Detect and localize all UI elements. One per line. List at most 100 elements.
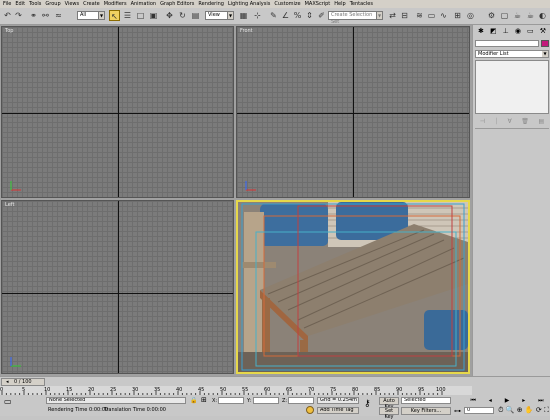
render-activeshade-icon[interactable]: ◐ — [537, 10, 548, 21]
select-move-icon[interactable]: ✥ — [164, 10, 175, 21]
go-to-end-icon[interactable]: ⏭ — [538, 397, 543, 406]
maximize-viewport-icon[interactable]: ⛶ — [544, 406, 549, 415]
viewport-front[interactable]: Front — [236, 26, 470, 198]
viewport-perspective[interactable] — [236, 200, 470, 374]
absolute-transform-icon[interactable]: ⊞ — [201, 396, 207, 404]
y-coordinate-field[interactable] — [253, 397, 279, 404]
x-coordinate-field[interactable] — [218, 397, 244, 404]
pan-icon[interactable]: ✋ — [525, 406, 534, 415]
selection-filter-dropdown[interactable]: All ▼ — [77, 11, 105, 20]
mirror-icon[interactable]: ⇄ — [387, 10, 398, 21]
menu-lighting-analysis[interactable]: Lighting Analysis — [228, 1, 270, 7]
select-scale-icon[interactable]: ▤ — [190, 10, 201, 21]
go-to-start-icon[interactable]: ⏮ — [470, 397, 475, 406]
create-tab-icon[interactable]: ✱ — [478, 27, 484, 36]
menu-tentacles[interactable]: Tentacles — [350, 1, 373, 7]
set-key-button[interactable]: Set Key — [379, 407, 399, 420]
schematic-view-icon[interactable]: ⊞ — [452, 10, 463, 21]
menu-maxscript[interactable]: MAXScript — [305, 1, 331, 7]
select-manipulate-icon[interactable]: ⊹ — [252, 10, 263, 21]
window-crossing-icon[interactable]: ▣ — [148, 10, 159, 21]
pivot-center-icon[interactable]: ▦ — [238, 10, 249, 21]
menu-customize[interactable]: Customize — [274, 1, 300, 7]
edit-named-selection-icon[interactable]: ✐ — [316, 10, 327, 21]
remove-modifier-icon[interactable]: 🗑 — [521, 118, 529, 126]
viewport-label-front[interactable]: Front — [240, 28, 253, 34]
menu-graph-editors[interactable]: Graph Editors — [160, 1, 194, 7]
viewport-label-left[interactable]: Left — [5, 202, 14, 208]
render-production-icon[interactable]: ☕ — [512, 10, 523, 21]
make-unique-icon[interactable]: ∀ — [508, 118, 512, 126]
render-iterative-icon[interactable]: ☕ — [525, 10, 536, 21]
align-icon[interactable]: ⊟ — [399, 10, 410, 21]
menu-animation[interactable]: Animation — [131, 1, 157, 7]
current-frame-field[interactable]: 0 — [464, 407, 494, 414]
rectangular-selection-icon[interactable]: □ — [135, 10, 146, 21]
menu-edit[interactable]: Edit — [15, 1, 25, 7]
viewport-label-top[interactable]: Top — [5, 28, 13, 34]
menu-rendering[interactable]: Rendering — [198, 1, 224, 7]
render-setup-icon[interactable]: ⚙ — [486, 10, 497, 21]
modifier-stack-list[interactable] — [475, 60, 549, 114]
unlink-icon[interactable]: ⚯ — [40, 10, 51, 21]
menu-modifiers[interactable]: Modifiers — [104, 1, 127, 7]
set-key-mode-icon[interactable]: ⚷ — [364, 399, 371, 409]
time-configuration-icon[interactable]: ⏱ — [498, 406, 503, 415]
menu-file[interactable]: File — [3, 1, 11, 7]
menu-tools[interactable]: Tools — [29, 1, 41, 7]
menu-help[interactable]: Help — [334, 1, 345, 7]
menu-views[interactable]: Views — [65, 1, 79, 7]
menu-create[interactable]: Create — [83, 1, 100, 7]
orbit-icon[interactable]: ⟳ — [536, 406, 542, 415]
select-by-name-icon[interactable]: ☰ — [122, 10, 133, 21]
select-object-icon[interactable]: ↖ — [109, 10, 120, 21]
previous-frame-icon[interactable]: ◂ — [489, 397, 492, 406]
layer-manager-icon[interactable]: ≋ — [414, 10, 425, 21]
redo-icon[interactable]: ↷ — [13, 10, 24, 21]
menu-group[interactable]: Group — [45, 1, 60, 7]
rendered-frame-window-icon[interactable]: ▢ — [499, 10, 510, 21]
modify-tab-icon[interactable]: ◩ — [490, 27, 497, 36]
motion-tab-icon[interactable]: ◉ — [515, 27, 521, 36]
auto-key-button[interactable]: Auto Key — [379, 397, 399, 410]
angle-snap-icon[interactable]: ∠ — [280, 10, 291, 21]
object-name-field[interactable] — [475, 40, 539, 47]
select-rotate-icon[interactable]: ↻ — [177, 10, 188, 21]
z-coordinate-field[interactable] — [288, 397, 314, 404]
show-end-result-icon[interactable]: ⏐ — [495, 118, 498, 126]
max-listener-icon[interactable]: ▭ — [4, 397, 12, 406]
time-slider[interactable]: ◂ 0 / 100 — [1, 378, 45, 386]
zoom-all-icon[interactable]: ⊕ — [517, 406, 523, 415]
modifier-list-dropdown[interactable]: Modifier List ▼ — [475, 50, 549, 58]
add-time-tag-button[interactable]: Add Time Tag — [317, 407, 359, 414]
key-mode-toggle-icon[interactable]: ⊶ — [454, 407, 461, 415]
play-icon[interactable]: ▶ — [505, 397, 510, 406]
next-frame-icon[interactable]: ▸ — [522, 397, 525, 406]
snap-toggle-icon[interactable]: ✎ — [268, 10, 279, 21]
curve-editor-icon[interactable]: ∿ — [438, 10, 449, 21]
lock-selection-icon[interactable]: 🔒 — [190, 397, 197, 404]
spinner-snap-icon[interactable]: ⇕ — [304, 10, 315, 21]
material-editor-icon[interactable]: ◎ — [465, 10, 476, 21]
pin-stack-icon[interactable]: ⊣ — [480, 118, 485, 126]
percent-snap-icon[interactable]: % — [292, 10, 303, 21]
time-tag-icon[interactable] — [306, 406, 314, 414]
object-color-swatch[interactable] — [541, 40, 549, 47]
key-mode-dropdown[interactable]: Selected — [401, 397, 451, 404]
bind-space-warp-icon[interactable]: ≈ — [53, 10, 64, 21]
viewport-left[interactable]: Left — [1, 200, 234, 374]
timeline-tick-label: 70 — [308, 387, 315, 393]
graphite-ribbon-icon[interactable]: ▭ — [426, 10, 437, 21]
undo-icon[interactable]: ↶ — [2, 10, 13, 21]
link-icon[interactable]: ⚭ — [28, 10, 39, 21]
zoom-icon[interactable]: 🔍 — [506, 406, 515, 415]
hierarchy-tab-icon[interactable]: ⊥ — [503, 27, 509, 36]
prev-frame-icon[interactable]: ◂ — [6, 379, 9, 385]
named-selection-set-dropdown[interactable]: Create Selection Set ▼ — [328, 11, 383, 25]
key-filters-button[interactable]: Key Filters... — [401, 407, 451, 415]
reference-coordinate-dropdown[interactable]: View ▼ — [205, 11, 234, 20]
viewport-top[interactable]: Top — [1, 26, 234, 198]
utilities-tab-icon[interactable]: ⚒ — [540, 27, 546, 36]
configure-sets-icon[interactable]: ▤ — [538, 118, 544, 126]
display-tab-icon[interactable]: ▭ — [527, 27, 534, 36]
